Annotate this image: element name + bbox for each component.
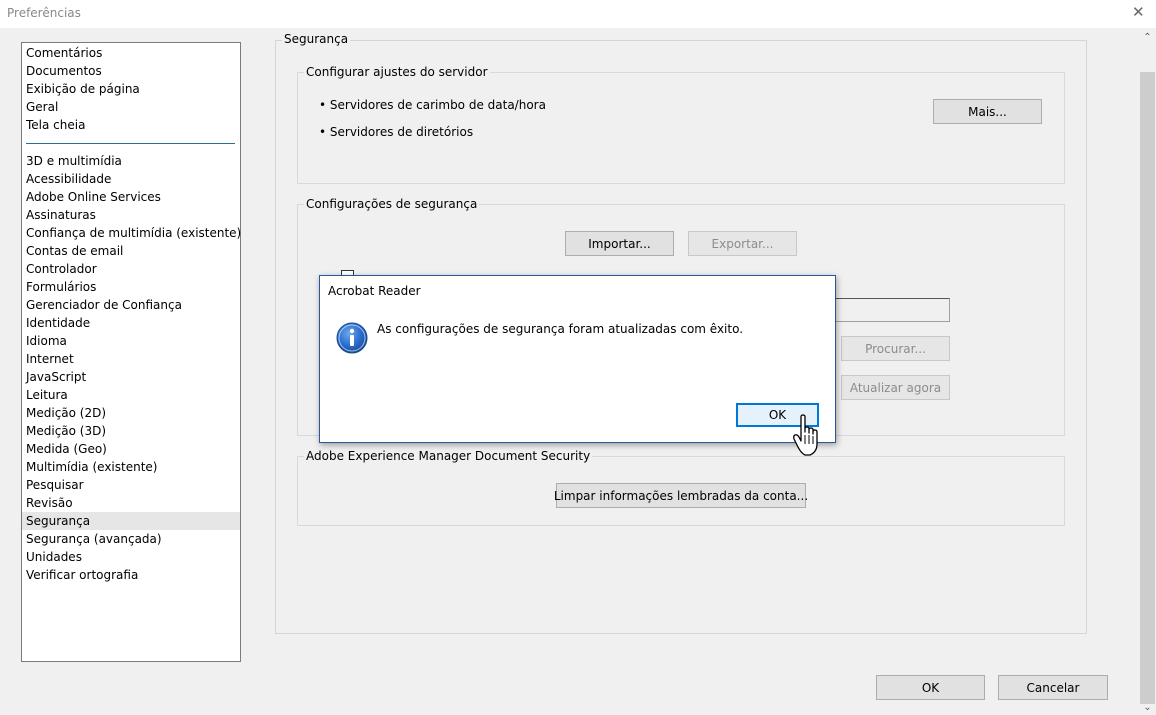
server-settings-title: Configurar ajustes do servidor <box>304 65 490 79</box>
category-item[interactable]: 3D e multimídia <box>26 152 122 170</box>
category-item[interactable]: Contas de email <box>26 242 123 260</box>
category-item[interactable]: Acessibilidade <box>26 170 111 188</box>
category-item[interactable]: Revisão <box>26 494 73 512</box>
scroll-down-icon[interactable]: ⌄ <box>1140 700 1155 715</box>
category-item[interactable]: JavaScript <box>26 368 86 386</box>
category-item[interactable]: Exibição de página <box>26 80 140 98</box>
category-list: Comentários Documentos Exibição de págin… <box>21 42 241 662</box>
category-item[interactable]: Geral <box>26 98 58 116</box>
export-button[interactable]: Exportar... <box>688 231 797 256</box>
ok-button[interactable]: OK <box>876 675 985 700</box>
category-item[interactable]: Medição (3D) <box>26 422 106 440</box>
category-item-selected[interactable]: Segurança <box>22 512 240 530</box>
category-item[interactable]: Leitura <box>26 386 68 404</box>
category-item[interactable]: Comentários <box>26 44 102 62</box>
category-item[interactable]: Idioma <box>26 332 67 350</box>
scrollbar-thumb[interactable] <box>1140 72 1155 704</box>
window-title: Preferências <box>7 6 81 20</box>
category-item[interactable]: Formulários <box>26 278 96 296</box>
url-input[interactable] <box>830 298 950 322</box>
dialog-title: Acrobat Reader <box>328 284 421 298</box>
category-item[interactable]: Medição (2D) <box>26 404 106 422</box>
hand-cursor-icon <box>793 414 818 456</box>
cancel-button[interactable]: Cancelar <box>998 675 1108 700</box>
category-item[interactable]: Gerenciador de Confiança <box>26 296 182 314</box>
category-item[interactable]: Adobe Online Services <box>26 188 161 206</box>
category-item[interactable]: Medida (Geo) <box>26 440 107 458</box>
category-item[interactable]: Controlador <box>26 260 97 278</box>
dialog-body: As configurações de segurança foram atua… <box>320 306 835 442</box>
info-icon <box>336 322 368 354</box>
security-settings-title: Configurações de segurança <box>304 197 480 211</box>
category-item[interactable]: Unidades <box>26 548 82 566</box>
directory-servers-label: • Servidores de diretórios <box>319 125 474 139</box>
aem-security-title: Adobe Experience Manager Document Securi… <box>304 449 593 463</box>
category-item[interactable]: Verificar ortografia <box>26 566 138 584</box>
update-now-button[interactable]: Atualizar agora <box>841 375 950 400</box>
browse-button[interactable]: Procurar... <box>841 336 950 361</box>
category-separator <box>26 143 235 144</box>
close-icon[interactable]: ✕ <box>1132 3 1145 21</box>
clear-account-info-button[interactable]: Limpar informações lembradas da conta... <box>554 483 808 508</box>
category-item[interactable]: Segurança (avançada) <box>26 530 162 548</box>
scroll-up-icon[interactable]: ⌃ <box>1140 30 1155 46</box>
category-item[interactable]: Tela cheia <box>26 116 85 134</box>
message-dialog: Acrobat Reader As configurações de segur… <box>319 275 836 443</box>
dialog-message: As configurações de segurança foram atua… <box>377 322 744 336</box>
category-item[interactable]: Pesquisar <box>26 476 84 494</box>
category-item[interactable]: Assinaturas <box>26 206 96 224</box>
category-item[interactable]: Documentos <box>26 62 102 80</box>
timestamp-servers-label: • Servidores de carimbo de data/hora <box>319 98 546 112</box>
category-item[interactable]: Internet <box>26 350 74 368</box>
title-bar <box>0 0 1156 28</box>
import-button[interactable]: Importar... <box>565 231 674 256</box>
more-button[interactable]: Mais... <box>933 99 1042 124</box>
category-item[interactable]: Identidade <box>26 314 90 332</box>
category-item[interactable]: Multimídia (existente) <box>26 458 157 476</box>
category-item[interactable]: Confiança de multimídia (existente) <box>26 224 241 242</box>
panel-title: Segurança <box>282 32 351 46</box>
